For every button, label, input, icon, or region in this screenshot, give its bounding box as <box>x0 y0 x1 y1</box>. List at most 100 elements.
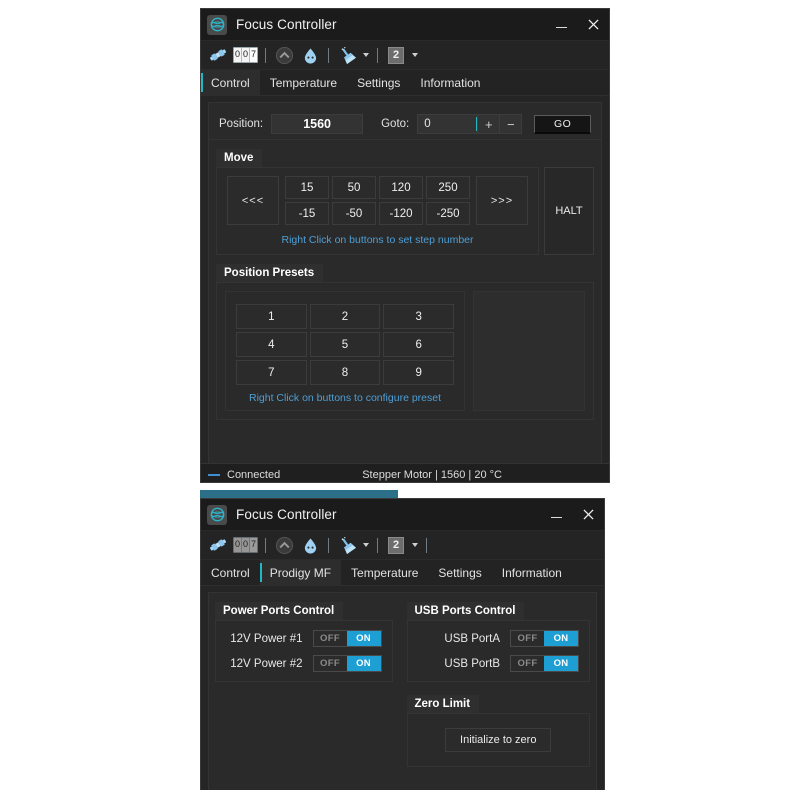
toolbar-number-box[interactable]: 2 <box>385 534 407 556</box>
window1-toolbar[interactable]: 0 0 7 2 <box>201 41 609 70</box>
preset-button-4[interactable]: 4 <box>236 332 307 357</box>
tab-information-label: Information <box>420 75 481 90</box>
number-chevron-down-icon[interactable] <box>412 543 418 547</box>
focus-controller-window-2[interactable]: Focus Controller 0 0 7 2 Control Prodigy… <box>200 498 605 790</box>
goto-increment-button[interactable]: + <box>477 115 499 133</box>
tab-information[interactable]: Information <box>492 560 572 585</box>
power-row-2-label: 12V Power #2 <box>230 657 303 670</box>
step-button-minus-120[interactable]: -120 <box>379 202 423 225</box>
tab-settings[interactable]: Settings <box>428 560 491 585</box>
window2-title: Focus Controller <box>236 507 337 522</box>
step-button-15[interactable]: 15 <box>285 176 329 199</box>
goto-decrement-button[interactable]: − <box>499 115 521 133</box>
tab-settings[interactable]: Settings <box>347 70 410 95</box>
window1-title: Focus Controller <box>236 17 337 32</box>
minimize-button[interactable] <box>545 9 577 40</box>
zero-limit-group: Zero Limit Initialize to zero <box>406 694 590 767</box>
move-back-button[interactable]: <<< <box>227 176 279 225</box>
preset-button-5[interactable]: 5 <box>309 332 381 357</box>
power-row-2-on[interactable]: ON <box>346 656 381 671</box>
counter-digit-0: 0 <box>234 538 242 552</box>
goto-input[interactable]: 0 <box>418 115 476 133</box>
window2-titlebar[interactable]: Focus Controller <box>201 499 604 531</box>
halt-button[interactable]: HALT <box>544 167 594 255</box>
go-button[interactable]: GO <box>534 114 591 134</box>
usb-row-2-toggle[interactable]: OFF ON <box>510 655 579 672</box>
broom-icon[interactable] <box>336 534 358 556</box>
minimize-button[interactable] <box>540 499 572 530</box>
prodigy-columns: Power Ports Control 12V Power #1 OFF ON <box>209 593 596 767</box>
usb-row-2-label: USB PortB <box>444 657 500 670</box>
power-row-2-off[interactable]: OFF <box>313 656 347 671</box>
step-counter-icon[interactable]: 0 0 7 <box>233 44 258 66</box>
step-button-minus-50[interactable]: -50 <box>332 202 376 225</box>
plug-connector-icon[interactable] <box>207 534 229 556</box>
power-row-1-toggle[interactable]: OFF ON <box>312 630 382 647</box>
power-row-1-off[interactable]: OFF <box>313 631 347 646</box>
tab-information[interactable]: Information <box>410 70 490 95</box>
halt-wrap: HALT <box>544 167 594 255</box>
window1-tabbar[interactable]: Control Temperature Settings Information <box>201 70 609 96</box>
move-forward-button[interactable]: >>> <box>476 176 528 225</box>
preset-button-9[interactable]: 9 <box>383 360 454 385</box>
tab-settings-label: Settings <box>357 75 401 90</box>
tab-prodigy-mf[interactable]: Prodigy MF <box>259 560 342 585</box>
usb-row-1-on[interactable]: ON <box>544 631 578 646</box>
tab-control[interactable]: Control <box>201 560 260 585</box>
usb-row-1-toggle[interactable]: OFF ON <box>510 630 579 647</box>
chevron-up-circle-icon[interactable] <box>273 44 295 66</box>
water-drop-icon[interactable] <box>299 534 321 556</box>
prodigy-mf-pane: Power Ports Control 12V Power #1 OFF ON <box>208 592 597 790</box>
step-button-minus-15[interactable]: -15 <box>285 202 329 225</box>
window2-tabbar[interactable]: Control Prodigy MF Temperature Settings … <box>201 560 604 586</box>
preset-button-7[interactable]: 7 <box>236 360 307 385</box>
chevron-up-circle-icon[interactable] <box>273 534 295 556</box>
window2-toolbar[interactable]: 0 0 7 2 <box>201 531 604 560</box>
power-row-2-toggle[interactable]: OFF ON <box>312 655 382 672</box>
usb-ports-title: USB Ports Control <box>406 602 525 620</box>
toolbar-separator-2 <box>328 537 329 553</box>
plug-connector-icon[interactable] <box>207 44 229 66</box>
window1-titlebar[interactable]: Focus Controller <box>201 9 609 41</box>
control-pane: Position: 1560 Goto: 0 + − GO Move <<< 1… <box>208 102 602 479</box>
preset-button-3[interactable]: 3 <box>383 304 454 329</box>
position-bar: Position: 1560 Goto: 0 + − GO <box>209 109 601 140</box>
power-row-1-label: 12V Power #1 <box>230 632 303 645</box>
window1-content: Position: 1560 Goto: 0 + − GO Move <<< 1… <box>201 96 609 482</box>
toolbar-number-box[interactable]: 2 <box>385 44 407 66</box>
preset-button-2[interactable]: 2 <box>309 304 381 329</box>
water-drop-icon[interactable] <box>299 44 321 66</box>
position-value: 1560 <box>271 114 364 134</box>
step-button-50[interactable]: 50 <box>332 176 376 199</box>
step-counter-icon[interactable]: 0 0 7 <box>233 534 258 556</box>
usb-row-2-on[interactable]: ON <box>544 656 578 671</box>
usb-row-2-off[interactable]: OFF <box>511 656 544 671</box>
power-row-1-on[interactable]: ON <box>346 631 381 646</box>
tab-control[interactable]: Control <box>201 70 260 95</box>
goto-control[interactable]: 0 + − <box>417 114 523 134</box>
presets-left-panel: 1 2 3 4 5 6 7 8 9 Right Click on buttons… <box>225 291 465 411</box>
tab-information-label: Information <box>501 565 562 580</box>
close-button[interactable] <box>572 499 604 530</box>
tab-temperature-label: Temperature <box>351 565 419 580</box>
presets-wrap: 1 2 3 4 5 6 7 8 9 Right Click on buttons… <box>217 283 593 419</box>
move-group-title: Move <box>216 149 263 167</box>
step-button-250[interactable]: 250 <box>426 176 470 199</box>
step-grid: 15 50 120 250 -15 -50 -120 -250 <box>285 176 470 225</box>
tab-temperature[interactable]: Temperature <box>341 560 428 585</box>
broom-chevron-down-icon[interactable] <box>363 543 369 547</box>
step-button-120[interactable]: 120 <box>379 176 423 199</box>
close-button[interactable] <box>577 9 609 40</box>
initialize-to-zero-button[interactable]: Initialize to zero <box>445 728 552 752</box>
preset-button-8[interactable]: 8 <box>309 360 381 385</box>
step-button-minus-250[interactable]: -250 <box>426 202 470 225</box>
usb-row-1: USB PortA OFF ON <box>420 630 579 647</box>
number-chevron-down-icon[interactable] <box>412 53 418 57</box>
tab-temperature[interactable]: Temperature <box>260 70 347 95</box>
usb-row-1-off[interactable]: OFF <box>511 631 544 646</box>
broom-chevron-down-icon[interactable] <box>363 53 369 57</box>
preset-button-6[interactable]: 6 <box>383 332 454 357</box>
broom-icon[interactable] <box>336 44 358 66</box>
focus-controller-window-1[interactable]: Focus Controller 0 0 7 2 Control Tempera… <box>200 8 610 483</box>
preset-button-1[interactable]: 1 <box>236 304 307 329</box>
